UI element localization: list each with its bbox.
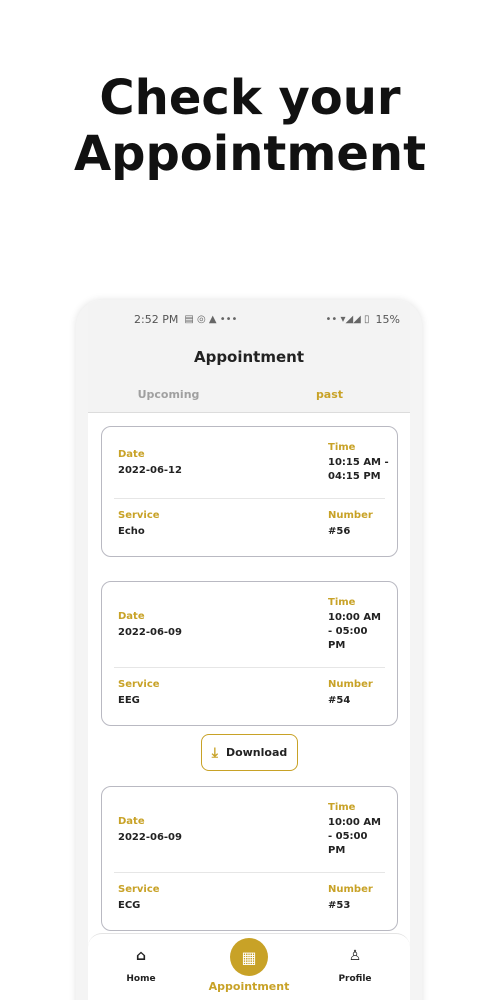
date-label: Date <box>118 816 145 827</box>
appointment-card[interactable]: Date 2022-06-09 Time 10:00 AM - 05:00 PM… <box>101 786 398 931</box>
time-label: Time <box>328 442 356 453</box>
headline-line-2: Appointment <box>73 126 427 182</box>
service-label: Service <box>118 884 160 895</box>
nav-appointment[interactable]: ▦ Appointment <box>206 938 292 993</box>
number-value: #56 <box>328 526 351 537</box>
tab-past[interactable]: past <box>249 376 410 412</box>
home-icon: ⌂ <box>135 948 147 964</box>
number-value: #53 <box>328 900 351 911</box>
card-divider <box>114 872 385 873</box>
nav-home-label: Home <box>126 974 156 984</box>
signal-icons: •• ▾◢◢ ▯ <box>325 313 370 325</box>
nav-home[interactable]: ⌂ Home <box>118 946 164 984</box>
nav-profile[interactable]: ♙ Profile <box>332 946 378 984</box>
tab-bar: Upcoming past <box>88 376 410 413</box>
app-screen: 2:52 PM ▤ ◎ ▲ ••• •• ▾◢◢ ▯ 15% Appointme… <box>88 300 410 1000</box>
service-label: Service <box>118 679 160 690</box>
bottom-nav: ⌂ Home ▦ Appointment ♙ Profile <box>88 933 410 1000</box>
page-title: Appointment <box>88 338 410 376</box>
time-value: 10:15 AM - 04:15 PM <box>328 457 389 482</box>
battery-level: 15% <box>375 312 400 326</box>
service-value: Echo <box>118 526 145 537</box>
download-label: Download <box>225 746 288 759</box>
number-label: Number <box>328 884 373 895</box>
card-divider <box>114 667 385 668</box>
date-label: Date <box>118 611 145 622</box>
date-value: 2022-06-09 <box>118 832 182 843</box>
service-value: ECG <box>118 900 141 911</box>
time-label: Time <box>328 597 356 608</box>
number-label: Number <box>328 510 373 521</box>
number-value: #54 <box>328 695 351 706</box>
date-label: Date <box>118 449 145 460</box>
time-value: 10:00 AM - 05:00 PM <box>328 817 382 856</box>
notification-icons: ▤ ◎ ▲ ••• <box>184 313 238 325</box>
service-label: Service <box>118 510 160 521</box>
appointment-card[interactable]: Date 2022-06-12 Time 10:15 AM - 04:15 PM… <box>101 426 398 557</box>
status-bar: 2:52 PM ▤ ◎ ▲ ••• •• ▾◢◢ ▯ 15% <box>88 300 410 338</box>
download-button[interactable]: ⤓ Download <box>201 734 298 771</box>
date-value: 2022-06-12 <box>118 465 182 476</box>
user-icon: ♙ <box>348 948 362 964</box>
marketing-headline: Check your Appointment <box>0 70 500 182</box>
tab-upcoming[interactable]: Upcoming <box>88 376 249 412</box>
number-label: Number <box>328 679 373 690</box>
appointment-card[interactable]: Date 2022-06-09 Time 10:00 AM - 05:00 PM… <box>101 581 398 726</box>
time-label: Time <box>328 802 356 813</box>
status-time: 2:52 PM <box>134 312 179 326</box>
service-value: EEG <box>118 695 140 706</box>
date-value: 2022-06-09 <box>118 627 182 638</box>
download-icon: ⤓ <box>211 744 218 761</box>
card-divider <box>114 498 385 499</box>
phone-frame: 2:52 PM ▤ ◎ ▲ ••• •• ▾◢◢ ▯ 15% Appointme… <box>76 300 422 1000</box>
nav-appointment-label: Appointment <box>208 980 290 993</box>
headline-line-1: Check your <box>99 70 401 126</box>
time-value: 10:00 AM - 05:00 PM <box>328 612 382 651</box>
calendar-icon: ▦ <box>230 938 268 976</box>
nav-profile-label: Profile <box>338 974 372 984</box>
appointment-list[interactable]: Date 2022-06-12 Time 10:15 AM - 04:15 PM… <box>88 413 410 933</box>
